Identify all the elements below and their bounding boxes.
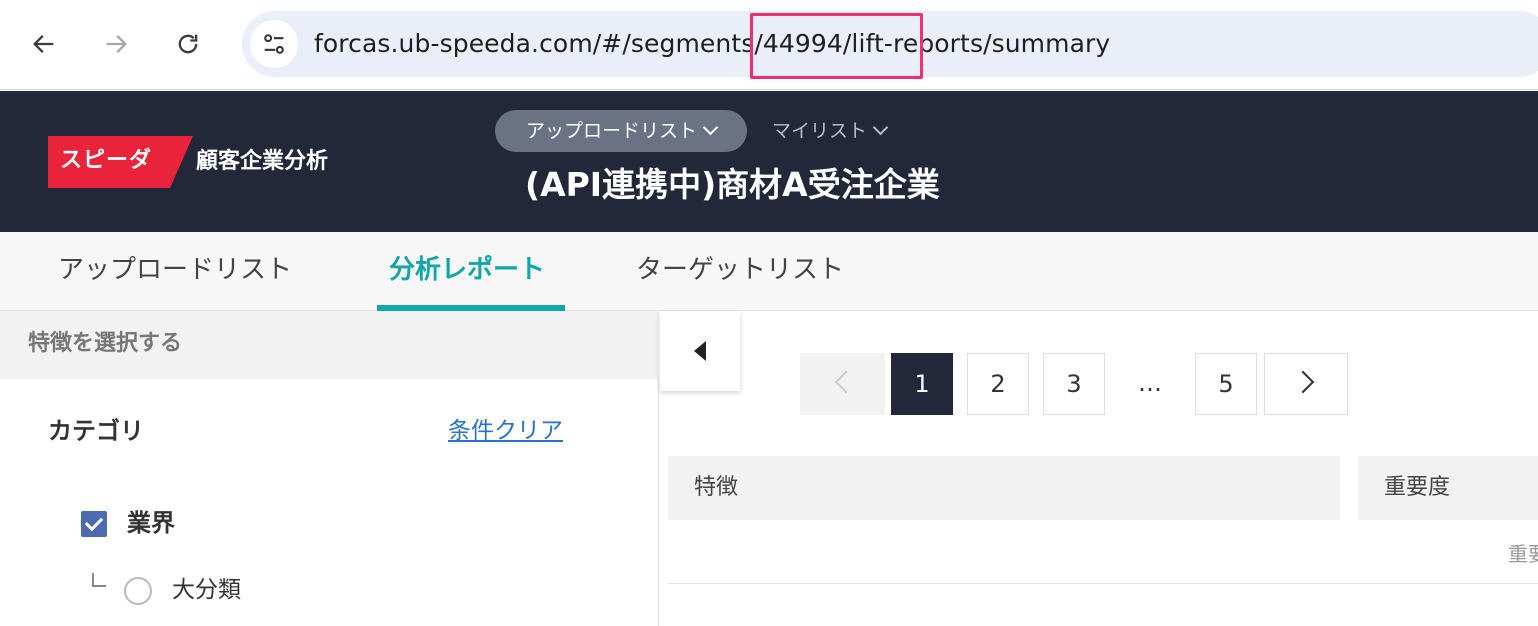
pagination-next-button[interactable] — [1264, 353, 1348, 415]
url-highlight-box — [750, 13, 923, 79]
segment-title: (API連携中)商材A受注企業 — [525, 165, 940, 204]
major-category-label[interactable]: 大分類 — [172, 573, 241, 607]
chevron-left-icon — [834, 370, 857, 394]
app-header: スピーダ 顧客企業分析 アップロードリスト マイリスト (API連携中)商材A受… — [0, 91, 1538, 232]
industry-checkbox-label[interactable]: 業界 — [127, 506, 175, 540]
pagination-page-3[interactable]: 3 — [1043, 353, 1105, 415]
site-settings-icon[interactable] — [250, 20, 298, 68]
feature-sidebar: 特徴を選択する カテゴリ 条件クリア 業界 大分類 — [0, 311, 659, 626]
report-main: 1 2 3 … 5 特徴 重要度 重要 — [660, 311, 1538, 626]
industry-checkbox[interactable] — [81, 511, 107, 537]
tab-bar: アップロードリスト 分析レポート ターゲットリスト — [0, 232, 1538, 311]
triangle-left-icon — [694, 341, 706, 361]
mylist-label: マイリスト — [772, 120, 868, 142]
importance-subheader: 重要 — [1508, 542, 1538, 566]
sidebar-header: 特徴を選択する — [0, 311, 659, 379]
sidebar-heading: 特徴を選択する — [28, 331, 183, 356]
list-type-label: アップロードリスト — [525, 120, 697, 142]
pagination-page-2[interactable]: 2 — [967, 353, 1029, 415]
tab-analysis-report[interactable]: 分析レポート — [389, 252, 545, 288]
table-row-divider — [668, 583, 1538, 584]
reload-icon[interactable] — [168, 24, 208, 64]
chevron-right-icon — [1291, 370, 1315, 394]
tree-branch-icon — [92, 573, 106, 587]
pagination-prev-button[interactable] — [800, 353, 885, 415]
logo-text: スピーダ — [60, 148, 153, 173]
category-label: カテゴリ — [48, 417, 144, 445]
forward-arrow-icon[interactable] — [96, 24, 136, 64]
column-header-feature[interactable]: 特徴 — [668, 456, 1340, 520]
tab-target-list[interactable]: ターゲットリスト — [636, 252, 844, 288]
browser-toolbar: forcas.ub-speeda.com/#/segments/44994/li… — [0, 0, 1538, 90]
column-divider — [1346, 456, 1348, 520]
logo[interactable]: スピーダ — [48, 136, 193, 188]
app-name: 顧客企業分析 — [196, 149, 329, 174]
list-type-dropdown[interactable]: アップロードリスト — [495, 110, 747, 152]
clear-conditions-link[interactable]: 条件クリア — [448, 414, 563, 448]
pagination-ellipsis: … — [1138, 369, 1162, 397]
pagination-page-1[interactable]: 1 — [891, 353, 953, 415]
url-text[interactable]: forcas.ub-speeda.com/#/segments/44994/li… — [314, 28, 1110, 60]
major-category-radio[interactable] — [124, 577, 152, 605]
pagination-page-5[interactable]: 5 — [1195, 353, 1257, 415]
mylist-dropdown[interactable]: マイリスト — [772, 110, 889, 152]
collapse-sidebar-button[interactable] — [660, 311, 740, 391]
tab-upload-list[interactable]: アップロードリスト — [58, 252, 292, 288]
chevron-down-icon — [872, 119, 889, 136]
chevron-down-icon — [702, 119, 719, 136]
column-header-importance[interactable]: 重要度 — [1358, 456, 1538, 520]
back-arrow-icon[interactable] — [24, 24, 64, 64]
